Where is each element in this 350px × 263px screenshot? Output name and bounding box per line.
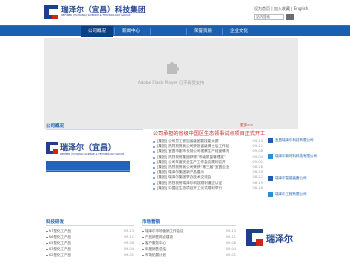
search-input[interactable] [254,14,284,20]
logo-mark [44,5,58,19]
market-list: 瑞泽尔市场营销工作会议 09-13 产品销售网点建设 09-11 客户服务中心 09-… [142,228,236,258]
company-icon [268,176,273,181]
list-item[interactable]: K2型化工产品 09-01 [46,252,134,258]
company-icon [268,154,273,159]
profile-logo-mark [46,142,58,154]
profile-banner[interactable] [46,161,130,172]
market-heading: 市场营销 [142,220,160,225]
company-logo-subtitle: REFINER (YICHANG) SCIENCE & TECHNOLOGY G… [61,14,131,17]
company-icon [268,138,273,143]
profile-heading: 公司概况 [46,124,64,129]
product-heading: 科技研发 [46,220,64,225]
news-item[interactable]: [集团] 中国区生态项目开工仪式顺利举行 08-16 [153,186,263,191]
market-header: 市场营销 [142,220,236,226]
news-headline[interactable]: 公司承担的省级中国区生态领事试点项目正式开工 [153,130,265,137]
bottom-logo-mark [246,229,263,246]
list-item[interactable]: 市场拓展计划 09-01 [142,252,236,258]
product-list: K7型化工产品 09-13 K6型化工产品 09-11 K5型化工产品 09-08 K… [46,228,134,258]
bottom-logo-text: 瑞泽尔 [266,235,294,245]
profile-logo-text: 瑞泽尔（宜昌） [60,143,116,152]
nav-item-honors[interactable]: 荣誉资质 [187,26,219,37]
search-button[interactable] [286,14,294,20]
company-icon [268,192,273,197]
nav-item-blank[interactable] [151,26,183,37]
nav-item-news[interactable]: 新闻中心 [115,26,147,37]
top-links[interactable]: 设为首页 | 加入收藏 | English [254,6,308,12]
plugin-icon [167,62,179,74]
profile-header: 公司概况 [46,124,143,130]
nav-item-profile[interactable]: 公司概况 [81,26,113,37]
news-list: [集团] 公司员工参加省级团委技能大赛 09-13 [集团] 热烈祝贺我公司获批省… [153,139,263,191]
main-nav: 公司概况 新闻中心 荣誉资质 企业文化 [0,25,350,37]
flash-unsupported-text: Adobe Flash Player 已不再受支持 [137,80,205,85]
profile-logo-subtitle: REFINER (YICHANG) SCIENCE & TECHNOLOGY G… [60,153,125,156]
news-more-link[interactable]: 更多>> [240,123,253,128]
nav-item-culture[interactable]: 企业文化 [223,26,255,37]
product-header: 科技研发 [46,220,134,226]
